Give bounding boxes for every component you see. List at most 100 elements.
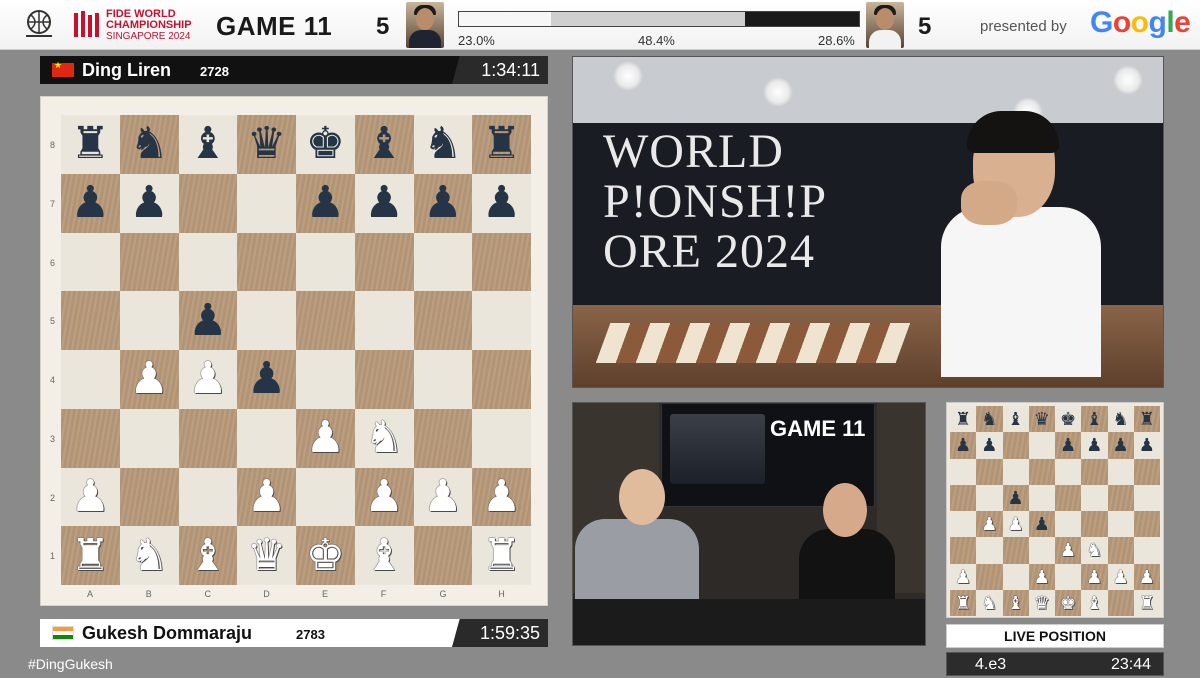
mini-square-b7[interactable]: ♟	[976, 432, 1003, 459]
mini-square-g4[interactable]	[1107, 511, 1134, 538]
main-square-f8[interactable]: ♝	[354, 115, 414, 174]
mini-square-b4[interactable]: ♟	[976, 511, 1003, 538]
mini-square-d2[interactable]: ♟	[1028, 563, 1055, 590]
mini-square-f5[interactable]	[1081, 484, 1108, 511]
black-pawn-icon[interactable]: ♟	[1060, 436, 1076, 454]
mini-square-a2[interactable]: ♟	[950, 563, 977, 590]
main-square-g3[interactable]	[413, 408, 473, 468]
white-pawn-icon[interactable]: ♟	[129, 357, 168, 401]
mini-square-d7[interactable]	[1028, 432, 1055, 459]
mini-square-h1[interactable]: ♜	[1133, 589, 1160, 616]
main-square-b5[interactable]	[119, 291, 179, 350]
black-bishop-icon[interactable]: ♝	[1008, 410, 1024, 428]
mini-square-a4[interactable]	[950, 511, 977, 538]
white-rook-icon[interactable]: ♜	[71, 533, 110, 578]
main-square-d3[interactable]	[237, 408, 296, 468]
main-square-c8[interactable]: ♝	[178, 115, 238, 174]
main-square-h4[interactable]	[472, 350, 531, 409]
white-pawn-icon[interactable]: ♟	[1139, 568, 1155, 586]
mini-square-h2[interactable]: ♟	[1133, 563, 1160, 590]
main-square-h7[interactable]: ♟	[472, 173, 531, 233]
mini-square-a5[interactable]	[950, 484, 977, 511]
black-pawn-icon[interactable]: ♟	[1034, 515, 1050, 533]
mini-square-h4[interactable]	[1133, 511, 1160, 538]
main-square-g4[interactable]	[413, 350, 473, 409]
main-square-c3[interactable]	[178, 408, 238, 468]
black-pawn-icon[interactable]: ♟	[306, 181, 345, 225]
white-pawn-icon[interactable]: ♟	[247, 474, 286, 519]
mini-square-h5[interactable]	[1133, 484, 1160, 511]
mini-square-e5[interactable]	[1055, 484, 1082, 511]
mini-square-g2[interactable]: ♟	[1107, 563, 1134, 590]
main-square-e7[interactable]: ♟	[296, 173, 355, 233]
main-square-c2[interactable]	[178, 467, 238, 527]
main-square-a3[interactable]	[61, 408, 120, 468]
main-square-g8[interactable]: ♞	[413, 115, 473, 174]
black-rook-icon[interactable]: ♜	[482, 122, 521, 166]
black-rook-icon[interactable]: ♜	[955, 410, 971, 428]
mini-square-f6[interactable]	[1081, 458, 1108, 485]
main-square-g5[interactable]	[413, 291, 473, 350]
white-queen-icon[interactable]: ♛	[1034, 594, 1050, 612]
black-rook-icon[interactable]: ♜	[1139, 410, 1155, 428]
mini-square-a6[interactable]	[950, 458, 977, 485]
main-square-h8[interactable]: ♜	[472, 115, 531, 174]
main-square-e6[interactable]	[296, 232, 355, 292]
mini-square-e4[interactable]	[1055, 511, 1082, 538]
mini-square-a8[interactable]: ♜	[950, 406, 977, 433]
main-square-f4[interactable]	[354, 350, 414, 409]
mini-square-b3[interactable]	[976, 537, 1003, 564]
main-square-g1[interactable]	[413, 526, 473, 585]
white-pawn-icon[interactable]: ♟	[1086, 568, 1102, 586]
white-pawn-icon[interactable]: ♟	[423, 474, 462, 519]
white-pawn-icon[interactable]: ♟	[482, 474, 521, 519]
mini-square-d6[interactable]	[1028, 458, 1055, 485]
white-pawn-icon[interactable]: ♟	[981, 515, 997, 533]
main-square-e8[interactable]: ♚	[296, 115, 355, 174]
main-square-h1[interactable]: ♜	[472, 526, 531, 585]
main-square-b1[interactable]: ♞	[119, 526, 179, 585]
black-knight-icon[interactable]: ♞	[1113, 410, 1129, 428]
mini-square-f8[interactable]: ♝	[1081, 406, 1108, 433]
black-pawn-icon[interactable]: ♟	[1113, 436, 1129, 454]
white-pawn-icon[interactable]: ♟	[364, 474, 403, 519]
main-square-c6[interactable]	[178, 232, 238, 292]
main-square-c1[interactable]: ♝	[178, 526, 238, 585]
black-rook-icon[interactable]: ♜	[71, 122, 110, 166]
main-square-a6[interactable]	[61, 232, 120, 292]
black-pawn-icon[interactable]: ♟	[71, 181, 110, 225]
white-pawn-icon[interactable]: ♟	[188, 357, 227, 401]
white-pawn-icon[interactable]: ♟	[306, 416, 345, 460]
white-pawn-icon[interactable]: ♟	[1034, 568, 1050, 586]
mini-square-g3[interactable]	[1107, 537, 1134, 564]
main-square-f2[interactable]: ♟	[354, 467, 414, 527]
white-king-icon[interactable]: ♚	[306, 533, 345, 578]
main-square-b2[interactable]	[119, 467, 179, 527]
black-pawn-icon[interactable]: ♟	[1008, 489, 1024, 507]
white-queen-icon[interactable]: ♛	[247, 533, 286, 578]
mini-square-e7[interactable]: ♟	[1055, 432, 1082, 459]
mini-square-d8[interactable]: ♛	[1028, 406, 1055, 433]
main-square-c4[interactable]: ♟	[178, 350, 238, 409]
main-square-a2[interactable]: ♟	[61, 467, 120, 527]
mini-square-e3[interactable]: ♟	[1055, 537, 1082, 564]
main-square-a7[interactable]: ♟	[61, 173, 120, 233]
main-square-d5[interactable]	[237, 291, 296, 350]
main-square-h5[interactable]	[472, 291, 531, 350]
main-square-d2[interactable]: ♟	[237, 467, 296, 527]
mini-square-g8[interactable]: ♞	[1107, 406, 1134, 433]
black-pawn-icon[interactable]: ♟	[981, 436, 997, 454]
main-square-f5[interactable]	[354, 291, 414, 350]
main-square-f7[interactable]: ♟	[354, 173, 414, 233]
black-pawn-icon[interactable]: ♟	[1139, 436, 1155, 454]
mini-square-c6[interactable]	[1002, 458, 1029, 485]
white-rook-icon[interactable]: ♜	[1139, 594, 1155, 612]
black-pawn-icon[interactable]: ♟	[955, 436, 971, 454]
main-square-e5[interactable]	[296, 291, 355, 350]
main-square-g7[interactable]: ♟	[413, 173, 473, 233]
mini-square-g1[interactable]	[1107, 589, 1134, 616]
black-knight-icon[interactable]: ♞	[129, 122, 168, 166]
main-square-e3[interactable]: ♟	[296, 408, 355, 468]
black-pawn-icon[interactable]: ♟	[247, 357, 286, 401]
main-square-g2[interactable]: ♟	[413, 467, 473, 527]
